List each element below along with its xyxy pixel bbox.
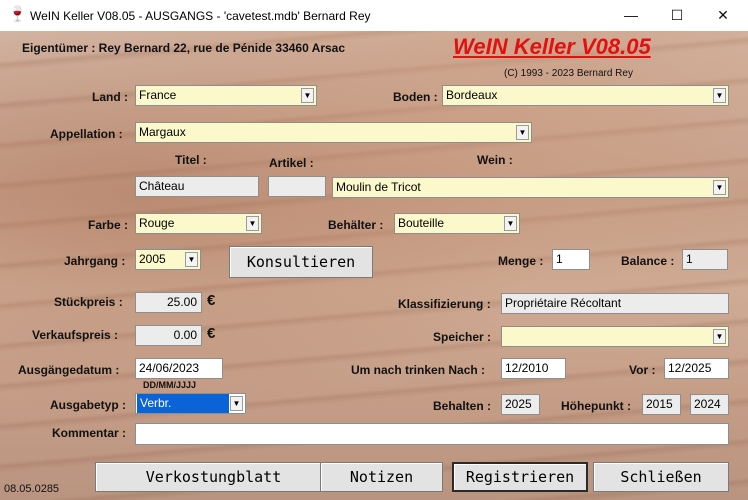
speicher-select[interactable]: ▼: [501, 326, 729, 347]
jahrgang-select[interactable]: 2005 ▼: [135, 249, 201, 270]
date-format-hint: DD/MM/JJJJ: [143, 380, 197, 390]
ausgangsdatum-label: Ausgängedatum :: [18, 363, 120, 377]
land-select[interactable]: France ▼: [135, 85, 317, 106]
balance-field: 1: [682, 249, 728, 270]
hoehepunkt-from-field: 2015: [642, 394, 681, 415]
klassifizierung-field[interactable]: Propriétaire Récoltant: [501, 293, 729, 314]
copyright: (C) 1993 - 2023 Bernard Rey: [504, 68, 633, 79]
artikel-field[interactable]: [268, 176, 326, 197]
chevron-down-icon[interactable]: ▼: [504, 216, 517, 231]
appellation-label: Appellation :: [50, 127, 123, 141]
appellation-select[interactable]: Margaux ▼: [135, 122, 532, 143]
speicher-label: Speicher :: [433, 330, 492, 344]
chevron-down-icon[interactable]: ▼: [301, 88, 314, 103]
vor-field[interactable]: 12/2025: [664, 358, 729, 379]
title-bar: 🍷 WeIN Keller V08.05 - AUSGANGS - 'cavet…: [0, 0, 748, 32]
menge-field[interactable]: 1: [552, 249, 590, 270]
behaelter-select[interactable]: Bouteille ▼: [394, 213, 520, 234]
close-button[interactable]: ✕: [700, 0, 746, 31]
window-title: WeIN Keller V08.05 - AUSGANGS - 'cavetes…: [30, 9, 371, 23]
chevron-down-icon[interactable]: ▼: [230, 396, 243, 411]
um-nach-trinken-label: Um nach trinken Nach :: [351, 363, 486, 377]
wein-value: Moulin de Tricot: [336, 180, 421, 194]
hoehepunkt-to-field: 2024: [690, 394, 729, 415]
minimize-button[interactable]: —: [608, 0, 654, 31]
verkaufspreis-field[interactable]: 0.00: [135, 325, 202, 346]
farbe-select[interactable]: Rouge ▼: [135, 213, 262, 234]
brand-title: WeIN Keller V08.05: [453, 34, 651, 59]
form-area: Eigentümer : Rey Bernard 22, rue de Péni…: [0, 31, 748, 500]
menge-label: Menge :: [498, 254, 544, 268]
farbe-label: Farbe :: [88, 218, 129, 232]
ausgabetyp-value: Verbr.: [137, 394, 229, 413]
maximize-icon: ☐: [670, 7, 684, 23]
chevron-down-icon[interactable]: ▼: [246, 216, 259, 231]
behaelter-value: Bouteille: [398, 216, 445, 230]
ausgangsdatum-field[interactable]: 24/06/2023: [135, 358, 223, 379]
maximize-button[interactable]: ☐: [654, 0, 700, 31]
behaelter-label: Behälter :: [328, 218, 384, 232]
chevron-down-icon[interactable]: ▼: [713, 329, 726, 344]
kommentar-field[interactable]: [135, 423, 729, 445]
status-date: 08.05.0285: [4, 483, 60, 495]
boden-select[interactable]: Bordeaux ▼: [442, 85, 729, 106]
hoehepunkt-label: Höhepunkt :: [561, 399, 631, 413]
wein-label: Wein :: [477, 153, 513, 167]
klassifizierung-label: Klassifizierung :: [398, 297, 491, 311]
boden-label: Boden :: [393, 90, 438, 104]
behalten-field: 2025: [501, 394, 540, 415]
currency-symbol: €: [207, 292, 216, 309]
verkaufspreis-label: Verkaufspreis :: [32, 328, 119, 342]
wein-select[interactable]: Moulin de Tricot ▼: [332, 177, 729, 198]
jahrgang-value: 2005: [139, 252, 166, 266]
app-window: 🍷 WeIN Keller V08.05 - AUSGANGS - 'cavet…: [0, 0, 748, 500]
balance-label: Balance :: [621, 254, 675, 268]
boden-value: Bordeaux: [446, 88, 498, 102]
kommentar-label: Kommentar :: [52, 426, 127, 440]
konsultieren-button[interactable]: Konsultieren: [229, 246, 373, 278]
land-value: France: [139, 88, 177, 102]
titel-field[interactable]: Château: [135, 176, 259, 197]
stueckpreis-field[interactable]: 25.00: [135, 292, 202, 313]
chevron-down-icon[interactable]: ▼: [713, 88, 726, 103]
appellation-value: Margaux: [139, 125, 186, 139]
wine-glass-icon: 🍷: [8, 6, 27, 23]
registrieren-button[interactable]: Registrieren: [452, 462, 588, 492]
farbe-value: Rouge: [139, 216, 175, 230]
schliessen-button[interactable]: Schließen: [593, 462, 729, 492]
chevron-down-icon[interactable]: ▼: [185, 252, 198, 267]
ausgabetyp-label: Ausgabetyp :: [50, 398, 127, 412]
minimize-icon: —: [624, 7, 638, 23]
chevron-down-icon[interactable]: ▼: [713, 180, 726, 195]
jahrgang-label: Jahrgang :: [64, 254, 126, 268]
stueckpreis-label: Stückpreis :: [54, 295, 123, 309]
verkostungsblatt-button[interactable]: Verkostungblatt: [95, 462, 332, 492]
owner-line: Eigentümer : Rey Bernard 22, rue de Péni…: [22, 41, 346, 55]
currency-symbol: €: [207, 325, 216, 342]
um-nach-trinken-field[interactable]: 12/2010: [501, 358, 566, 379]
close-icon: ✕: [717, 7, 729, 23]
behalten-label: Behalten :: [433, 399, 492, 413]
vor-label: Vor :: [629, 363, 656, 377]
notizen-button[interactable]: Notizen: [320, 462, 443, 492]
artikel-label: Artikel :: [269, 156, 314, 170]
ausgabetyp-select[interactable]: Verbr. ▼: [135, 393, 246, 414]
chevron-down-icon[interactable]: ▼: [516, 125, 529, 140]
land-label: Land :: [92, 90, 128, 104]
titel-label: Titel :: [175, 153, 207, 167]
